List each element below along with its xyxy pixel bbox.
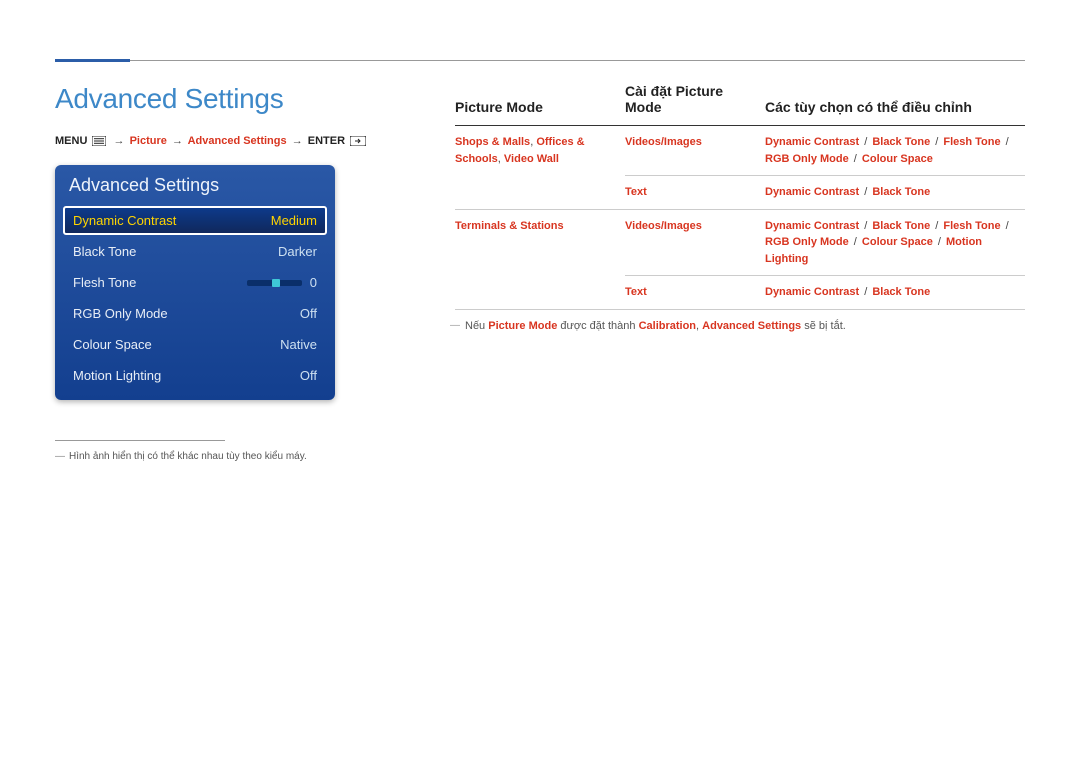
osd-item-value: Medium xyxy=(271,213,317,228)
note-right: Nếu Picture Mode được đặt thành Calibrat… xyxy=(455,318,1025,336)
breadcrumb-arrow: → xyxy=(170,135,185,147)
cell-setting: Videos/Images xyxy=(625,126,765,176)
osd-item-value: Native xyxy=(280,337,317,352)
table-header-picture-mode: Picture Mode xyxy=(455,83,625,126)
osd-item-label: Dynamic Contrast xyxy=(73,213,176,228)
osd-menu-list: Dynamic Contrast Medium Black Tone Darker Fl… xyxy=(55,206,335,390)
osd-item-label: RGB Only Mode xyxy=(73,306,168,321)
osd-item-value: Off xyxy=(300,306,317,321)
footnote-text: ―Hình ảnh hiển thị có thể khác nhau tùy … xyxy=(55,449,395,464)
osd-item-label: Motion Lighting xyxy=(73,368,161,383)
settings-table: Picture Mode Cài đặt Picture Mode Các tù… xyxy=(455,83,1025,310)
breadcrumb-enter: ENTER xyxy=(308,135,345,147)
table-row: Terminals & StationsVideos/ImagesDynamic… xyxy=(455,209,1025,276)
breadcrumb-arrow: → xyxy=(112,135,127,147)
osd-item[interactable]: Black Tone Darker xyxy=(63,237,327,266)
cell-setting: Videos/Images xyxy=(625,209,765,276)
enter-button-icon xyxy=(350,136,366,146)
footnote-divider xyxy=(55,440,225,441)
osd-slider[interactable] xyxy=(247,280,302,286)
osd-item[interactable]: RGB Only Mode Off xyxy=(63,299,327,328)
table-header-setting: Cài đặt Picture Mode xyxy=(625,83,765,126)
page-title: Advanced Settings xyxy=(55,83,395,115)
osd-item[interactable]: Flesh Tone 0 xyxy=(63,268,327,297)
osd-item-value: Off xyxy=(300,368,317,383)
breadcrumb-menu: MENU xyxy=(55,135,87,147)
osd-item[interactable]: Motion Lighting Off xyxy=(63,361,327,390)
cell-options: Dynamic Contrast / Black Tone / Flesh To… xyxy=(765,209,1025,276)
osd-panel: Advanced Settings Dynamic Contrast Medium… xyxy=(55,165,335,400)
menu-button-icon xyxy=(92,136,106,146)
table-header-adjustable: Các tùy chọn có thể điều chỉnh xyxy=(765,83,1025,126)
osd-item-value: 0 xyxy=(310,275,317,290)
cell-setting: Text xyxy=(625,176,765,210)
osd-item-label: Flesh Tone xyxy=(73,275,136,290)
osd-item[interactable]: Colour Space Native xyxy=(63,330,327,359)
cell-picture-mode: Terminals & Stations xyxy=(455,209,625,309)
cell-picture-mode: Shops & Malls, Offices & Schools, Video … xyxy=(455,126,625,210)
breadcrumb-advanced: Advanced Settings xyxy=(188,135,287,147)
breadcrumb: MENU → Picture → Advanced Settings → ENT… xyxy=(55,135,395,147)
cell-options: Dynamic Contrast / Black Tone xyxy=(765,276,1025,310)
cell-options: Dynamic Contrast / Black Tone / Flesh To… xyxy=(765,126,1025,176)
osd-item-value: Darker xyxy=(278,244,317,259)
table-row: Shops & Malls, Offices & Schools, Video … xyxy=(455,126,1025,176)
section-divider xyxy=(55,60,1025,61)
osd-item-label: Colour Space xyxy=(73,337,152,352)
osd-item-label: Black Tone xyxy=(73,244,136,259)
breadcrumb-arrow: → xyxy=(290,135,305,147)
osd-item[interactable]: Dynamic Contrast Medium xyxy=(63,206,327,235)
cell-setting: Text xyxy=(625,276,765,310)
osd-title: Advanced Settings xyxy=(55,165,335,206)
breadcrumb-picture: Picture xyxy=(130,135,167,147)
cell-options: Dynamic Contrast / Black Tone xyxy=(765,176,1025,210)
